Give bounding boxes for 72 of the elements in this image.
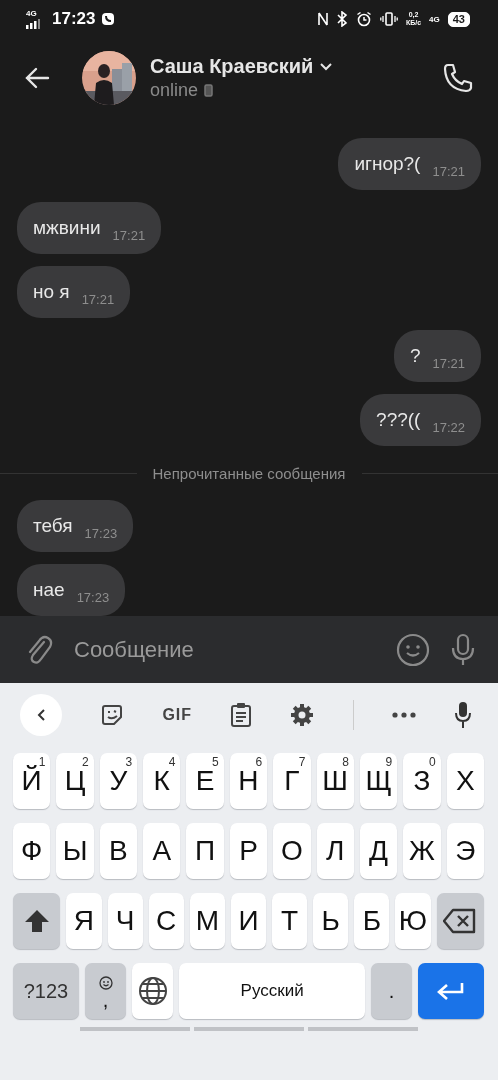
globe-icon [137,976,168,1006]
message-time: 17:21 [81,291,115,307]
chat-bubble-icon [101,12,116,26]
letter-key[interactable]: Ж [403,823,441,879]
letter-key[interactable]: Ы [56,823,94,879]
message-text: ???(( [376,409,421,431]
message-time: 17:21 [432,163,465,179]
letter-key[interactable]: Р [229,823,268,879]
letter-key[interactable]: Д [359,823,398,879]
letter-key[interactable]: С [148,893,184,949]
message-time: 17:21 [112,227,146,243]
unread-divider-label: Непрочитанные сообщения [151,464,347,482]
chevron-down-icon[interactable] [319,62,334,71]
contact-status: online [150,80,199,101]
letter-key[interactable]: Т [272,893,308,949]
shift-arrow-icon [23,909,50,933]
microphone-icon[interactable] [454,700,472,729]
message-text: игнор?( [354,153,421,175]
letter-key[interactable]: А [143,823,181,879]
emoji-comma-key[interactable]: , [84,963,127,1019]
period-key[interactable]: . [370,963,413,1019]
phone-device-icon [204,84,214,97]
more-icon[interactable] [391,711,416,718]
vibrate-icon [379,11,398,27]
letter-key[interactable]: Ь [313,893,349,949]
contact-name[interactable]: Саша Краевский [150,55,314,78]
nfc-icon [316,11,329,27]
letter-key[interactable]: Л [316,823,354,879]
enter-key[interactable] [418,963,484,1019]
back-arrow-icon[interactable] [24,67,50,89]
message-text: нае [33,579,65,601]
battery-indicator: 43 [447,11,470,27]
letter-key[interactable]: Б [354,893,390,949]
message-time: 17:22 [432,419,465,435]
alarm-icon [355,11,372,27]
chevron-left-icon [36,707,46,722]
gif-button[interactable]: GIF [162,705,193,724]
message-time: 17:23 [84,525,118,541]
letter-key[interactable]: Э [446,823,484,879]
space-key[interactable]: Русский [179,963,365,1019]
message-text: ? [409,345,421,367]
bluetooth-icon [336,11,348,27]
letter-key[interactable]: Ч [107,893,143,949]
signal-icon [26,18,40,29]
smiley-icon [98,976,113,990]
language-key[interactable] [132,963,174,1019]
letter-key[interactable]: Ф [13,823,51,879]
network-label: 4G [429,14,440,24]
message-text: тебя [33,515,73,537]
message-text: мжвини [33,217,101,239]
backspace-icon [443,908,478,934]
letter-key[interactable]: П [186,823,224,879]
symbols-key[interactable]: ?123 [13,963,79,1019]
letter-key[interactable]: Я [66,893,102,949]
shift-key[interactable] [13,893,61,949]
clipboard-icon[interactable] [230,701,253,728]
letter-key[interactable]: М [189,893,225,949]
settings-icon[interactable] [290,702,315,727]
letter-key[interactable]: О [273,823,311,879]
network-label: 4G [26,9,37,18]
phone-call-icon[interactable] [442,62,474,94]
letter-key[interactable]: Х [446,753,484,809]
letter-key[interactable]: Ю [395,893,431,949]
backspace-key[interactable] [436,893,484,949]
message-time: 17:21 [432,355,465,371]
status-time: 17:23 [52,9,96,29]
letter-key[interactable]: В [99,823,138,879]
smiley-icon[interactable] [396,632,430,667]
letter-key[interactable]: И [230,893,267,949]
message-time: 17:23 [76,589,110,605]
sticker-icon[interactable] [100,702,125,727]
message-text: но я [33,281,70,303]
